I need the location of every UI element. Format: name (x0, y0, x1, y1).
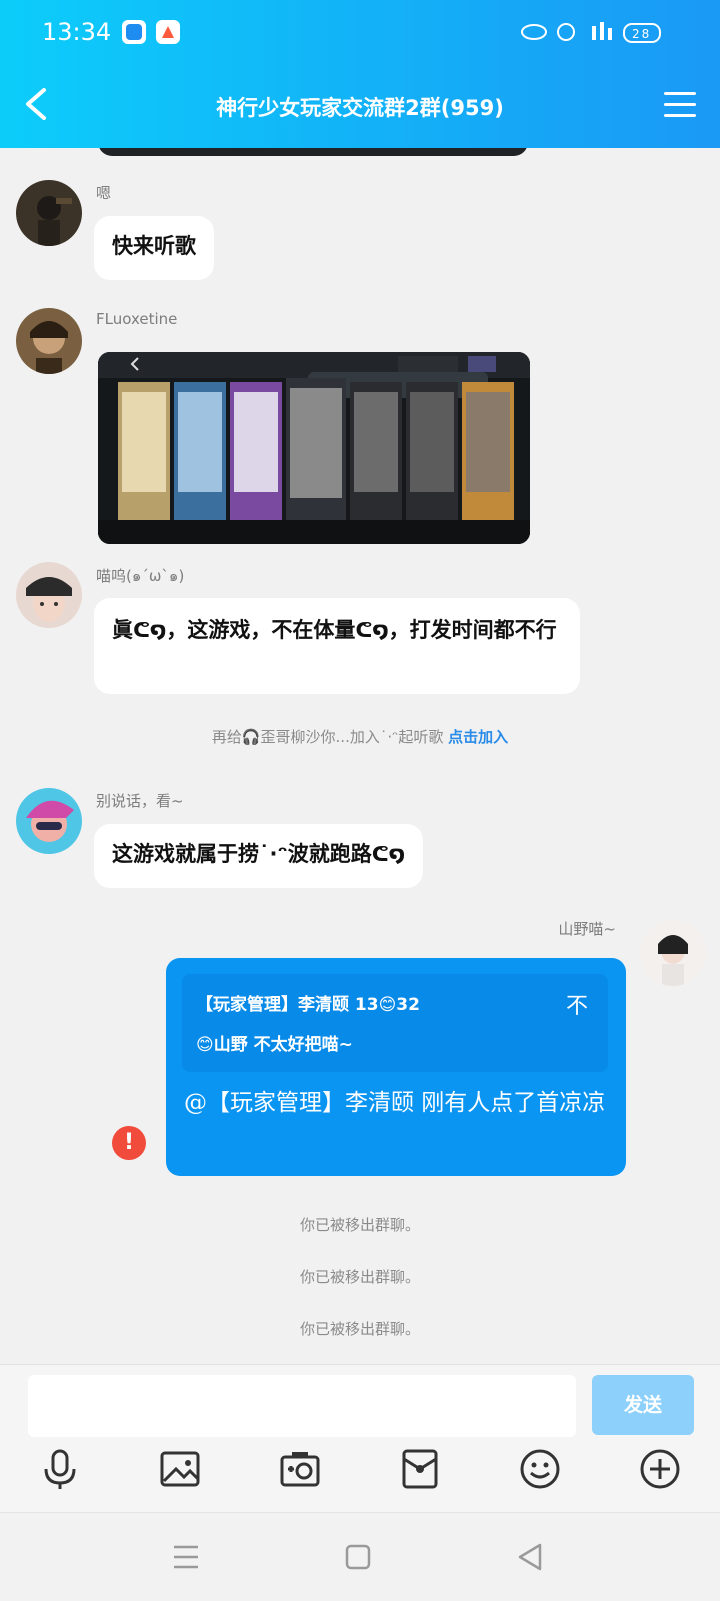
previous-image-edge (98, 148, 528, 156)
message-input[interactable] (28, 1375, 576, 1437)
input-area: 发送 (0, 1364, 720, 1513)
mic-icon[interactable] (38, 1447, 82, 1491)
my-avatar[interactable] (640, 920, 706, 986)
my-message-bubble[interactable]: 【玩家管理】李清颐 13😊32 😊山野 不太好把喵~ 不 @【玩家管理】李清颐 … (166, 958, 626, 1176)
group-title: 神行少女玩家交流群2群(959) (216, 96, 504, 120)
message-bubble[interactable]: 快来听歌 (94, 216, 214, 280)
system-invite: 再给🎧歪哥柳沙你...加入˙·ᵔ起听歌 点击加入 (0, 726, 720, 747)
sender-name: 嗯 (96, 184, 112, 202)
quote-tail-text: 不 (565, 994, 588, 1019)
join-link[interactable]: 点击加入 (448, 728, 508, 746)
system-notice: 你已被移出群聊。 (299, 1216, 420, 1234)
invite-text: 再给🎧歪哥柳沙你...加入˙·ᵔ起听歌 (211, 728, 444, 746)
avatar[interactable] (16, 562, 82, 628)
message-bubble[interactable]: 眞ᕦ໑，这游戏，不在体量ᕦ໑，打发时间都不行 (94, 598, 580, 694)
shortcut-notification-icon (156, 20, 180, 44)
menu-button[interactable] (664, 92, 696, 120)
camera-icon[interactable] (278, 1447, 322, 1491)
avatar[interactable] (16, 788, 82, 854)
message-text: 眞ᕦ໑，这游戏，不在体量ᕦ໑，打发时间都不行 (112, 618, 557, 642)
system-nav-bar (0, 1512, 720, 1601)
message-bubble[interactable]: 这游戏就属于捞˙·ᵔ波就跑路ᕦ໑ (94, 824, 424, 888)
game-screenshot-image[interactable] (98, 352, 530, 544)
menu-icon[interactable] (168, 1539, 204, 1575)
quoted-reply[interactable]: 【玩家管理】李清颐 13😊32 😊山野 不太好把喵~ 不 (182, 974, 608, 1072)
send-failed-icon[interactable]: ! (112, 1126, 146, 1160)
status-time: 13:34 (42, 18, 112, 46)
quote-header: 【玩家管理】李清颐 13😊32 (196, 995, 420, 1015)
status-indicators: 28 (520, 18, 670, 50)
image-icon[interactable] (158, 1447, 202, 1491)
sender-name: 别说话，看~ (96, 792, 184, 810)
home-icon[interactable] (340, 1539, 376, 1575)
my-message-text: @【玩家管理】李清颐 刚有人点了首凉凉 (184, 1090, 606, 1116)
chat-header: 13:34 28 神行少女玩家交流群2群(959) (0, 0, 720, 148)
system-notice: 你已被移出群聊。 (299, 1268, 420, 1286)
message-text: 这游戏就属于捞˙·ᵔ波就跑路ᕦ໑ (112, 842, 406, 866)
plus-icon[interactable] (638, 1447, 682, 1491)
message-text: 快来听歌 (112, 234, 196, 258)
system-notice: 你已被移出群聊。 (299, 1320, 420, 1338)
sender-name: 喵呜(๑´ω`๑) (96, 567, 185, 585)
avatar[interactable] (16, 308, 82, 374)
emoji-icon[interactable] (518, 1447, 562, 1491)
signal-battery-icon: 28 (521, 22, 661, 43)
red-packet-icon[interactable] (398, 1447, 442, 1491)
app-notification-icon (122, 20, 146, 44)
quote-text: 😊山野 不太好把喵~ (196, 1035, 353, 1055)
chat-area[interactable]: 嗯 快来听歌 FLuoxetine 喵呜(๑´ω`๑) 眞ᕦ໑，这游戏，不在体量… (0, 148, 720, 1364)
my-sender-name: 山野喵~ (558, 920, 616, 938)
send-button[interactable]: 发送 (592, 1375, 694, 1435)
battery-level: 28 (632, 27, 651, 41)
avatar[interactable] (16, 180, 82, 246)
back-icon[interactable] (512, 1539, 548, 1575)
sender-name: FLuoxetine (96, 310, 178, 328)
